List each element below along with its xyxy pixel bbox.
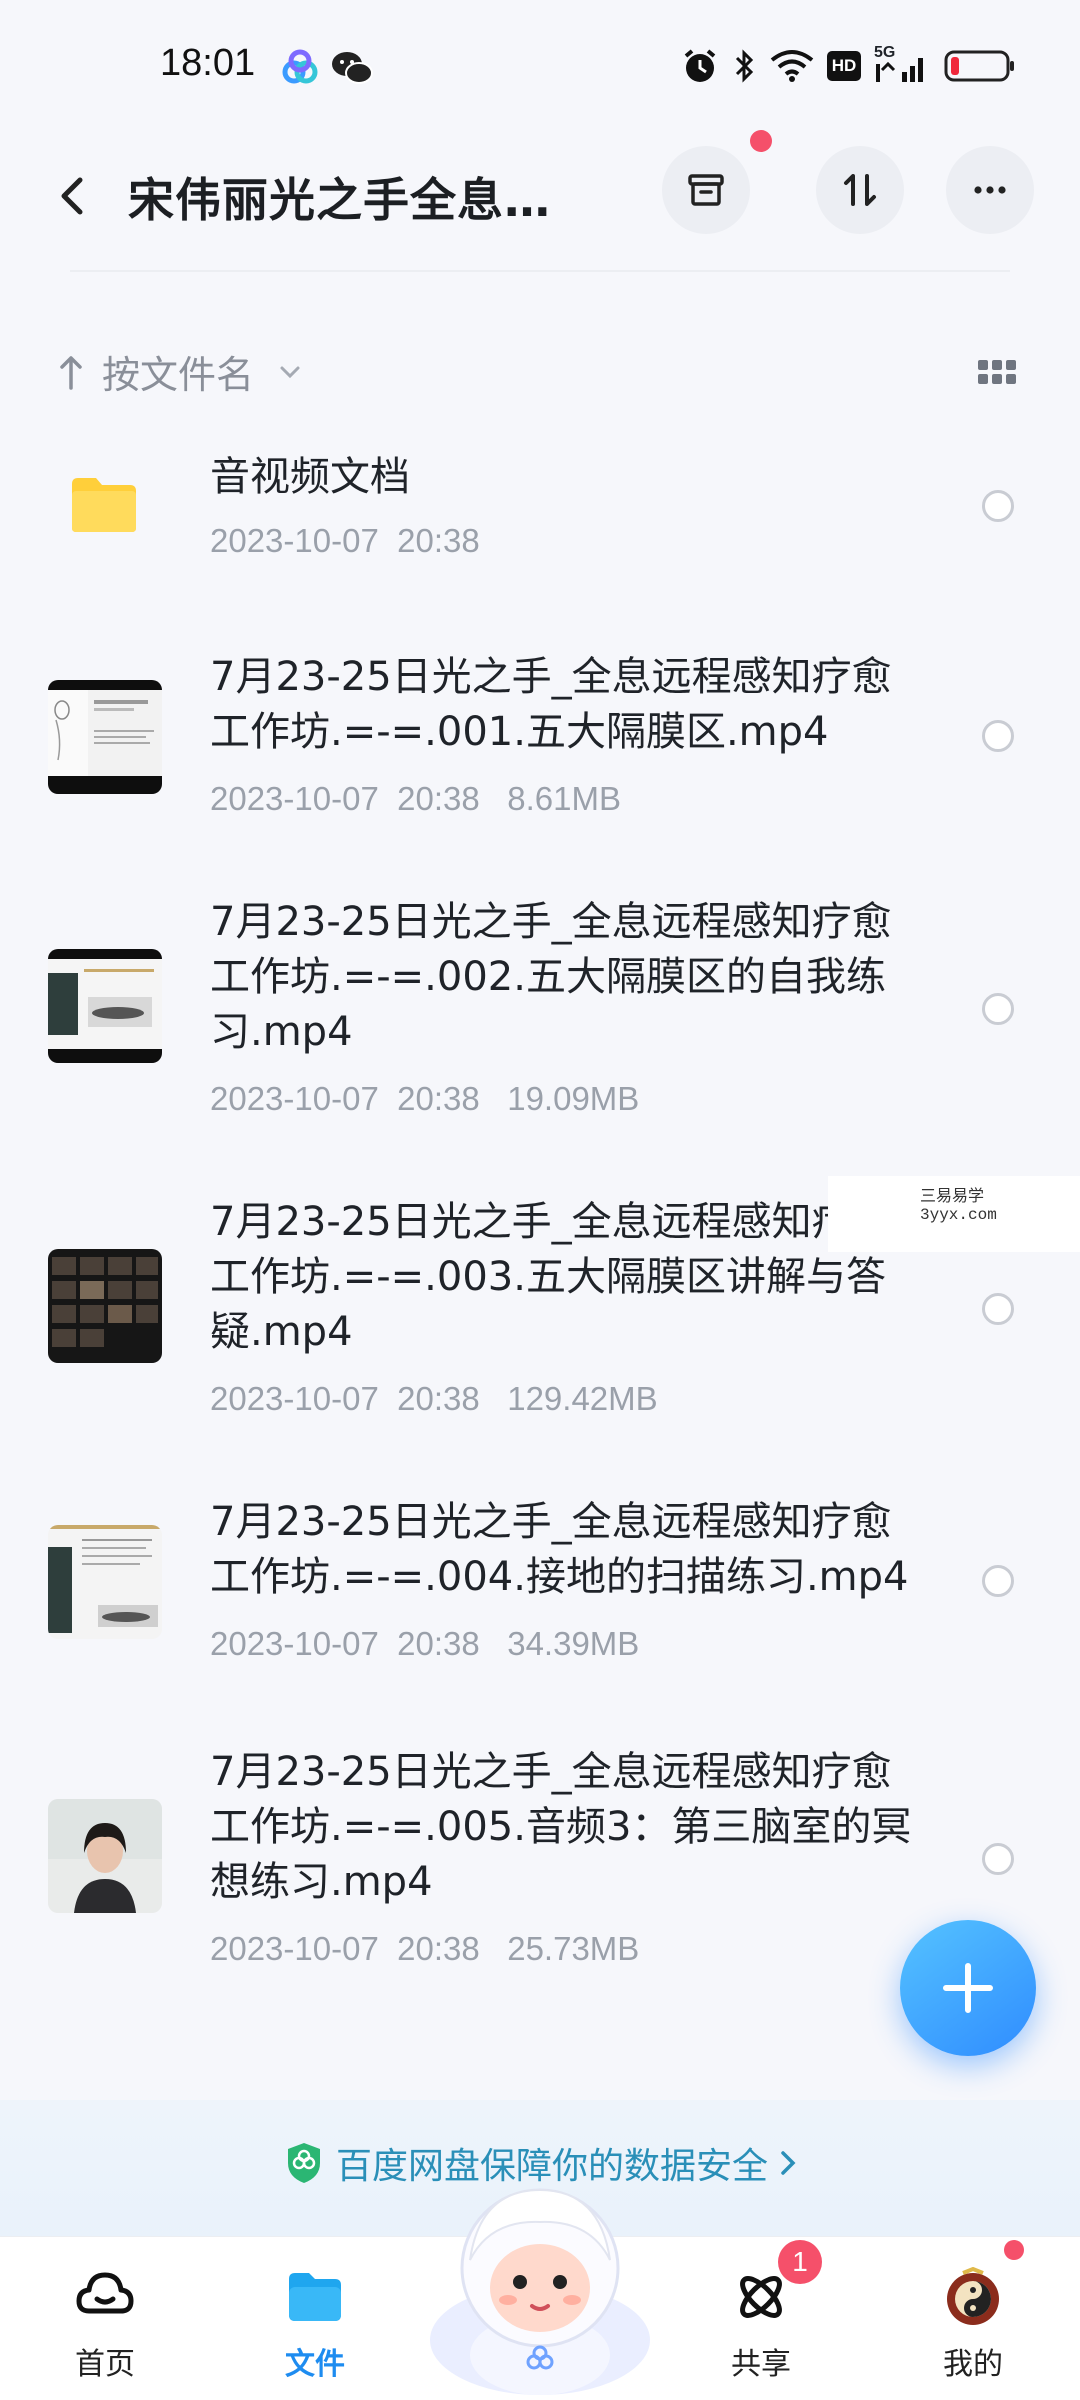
- tab-label: 共享: [731, 2347, 791, 2382]
- mascot-assistant-button[interactable]: [420, 2150, 660, 2400]
- tab-home[interactable]: 首页: [30, 2237, 180, 2400]
- watermark-line2: 3yyx.com: [920, 1206, 997, 1224]
- file-name: 7月23-25日光之手_全息远程感知疗愈工作坊.=-=.005.音频3：第三脑室…: [210, 1749, 912, 1905]
- video-thumbnail: [48, 680, 162, 794]
- notification-dot: [750, 130, 772, 152]
- profile-notification-dot: [1004, 2240, 1024, 2260]
- wechat-icon: [330, 48, 373, 88]
- video-thumbnail: [48, 1525, 162, 1639]
- file-meta: 2023-10-07 20:38 8.61MB: [210, 780, 621, 817]
- plus-icon: [943, 1963, 993, 2013]
- folder-icon: [70, 476, 138, 534]
- select-radio[interactable]: [982, 1293, 1014, 1325]
- tab-label: 文件: [285, 2347, 345, 2382]
- more-button[interactable]: [946, 146, 1034, 234]
- list-item[interactable]: 7月23-25日光之手_全息远程感知疗愈工作坊.=-=.004.接地的扫描练习.…: [0, 1495, 1080, 1675]
- share-notification-badge: 1: [778, 2240, 822, 2284]
- status-time: 18:01: [160, 42, 256, 84]
- add-button[interactable]: [900, 1920, 1036, 2056]
- select-radio[interactable]: [982, 490, 1014, 522]
- archive-icon: [688, 174, 724, 206]
- baidu-netdisk-icon: [280, 48, 320, 88]
- tab-files[interactable]: 文件: [240, 2237, 390, 2400]
- file-name: 7月23-25日光之手_全息远程感知疗愈工作坊.=-=.001.五大隔膜区.mp…: [210, 654, 892, 755]
- header-divider: [70, 270, 1010, 272]
- arrow-up-icon[interactable]: [56, 350, 86, 394]
- file-name: 音视频文档: [210, 454, 410, 500]
- list-item[interactable]: 音视频文档 2023-10-07 20:38: [0, 440, 1080, 580]
- 5g-signal-icon: 5G: [872, 44, 932, 88]
- page-title: 宋伟丽光之手全息…: [128, 173, 551, 227]
- file-meta: 2023-10-07 20:38 25.73MB: [210, 1930, 640, 1967]
- file-meta: 2023-10-07 20:38 129.42MB: [210, 1380, 658, 1417]
- select-radio[interactable]: [982, 993, 1014, 1025]
- video-thumbnail: [48, 1249, 162, 1363]
- chevron-left-icon: [61, 177, 83, 215]
- chevron-right-icon: [781, 2151, 796, 2175]
- file-name: 7月23-25日光之手_全息远程感知疗愈工作坊.=-=.004.接地的扫描练习.…: [210, 1499, 909, 1600]
- archive-button[interactable]: [662, 146, 750, 234]
- select-radio[interactable]: [982, 720, 1014, 752]
- tab-profile[interactable]: 我的: [898, 2237, 1048, 2400]
- watermark: 三易易学 3yyx.com: [828, 1176, 1080, 1252]
- wifi-icon: [768, 44, 816, 88]
- alarm-icon: [678, 44, 722, 88]
- atom-share-icon: [740, 2276, 782, 2318]
- sort-arrows-icon: [844, 174, 876, 206]
- status-bar: 18:01 HD 5G: [0, 0, 1080, 130]
- select-radio[interactable]: [982, 1565, 1014, 1597]
- battery-low-icon: [942, 44, 1018, 88]
- sort-by-name-dropdown[interactable]: 按文件名: [102, 344, 254, 399]
- more-dots-icon: [974, 186, 1006, 194]
- grid-view-icon[interactable]: [978, 360, 1018, 386]
- tab-label: 首页: [75, 2347, 135, 2382]
- bluetooth-icon: [732, 44, 758, 88]
- cloud-home-icon: [76, 2272, 134, 2314]
- shield-icon: [288, 2143, 320, 2183]
- hd-icon: HD: [824, 44, 864, 88]
- file-name: 7月23-25日光之手_全息远程感知疗愈工作坊.=-=.003.五大隔膜区讲解与…: [210, 1199, 892, 1355]
- file-meta: 2023-10-07 20:38 19.09MB: [210, 1080, 640, 1117]
- watermark-line1: 三易易学: [920, 1186, 985, 1205]
- sort-row: 按文件名: [0, 330, 1080, 410]
- avatar-yinyang-icon: [947, 2267, 999, 2325]
- file-name: 7月23-25日光之手_全息远程感知疗愈工作坊.=-=.002.五大隔膜区的自我…: [210, 899, 892, 1055]
- sort-order-button[interactable]: [816, 146, 904, 234]
- select-radio[interactable]: [982, 1843, 1014, 1875]
- list-item[interactable]: 7月23-25日光之手_全息远程感知疗愈工作坊.=-=.001.五大隔膜区.mp…: [0, 650, 1080, 830]
- app-header: 宋伟丽光之手全息…: [0, 130, 1080, 260]
- tab-label: 我的: [943, 2347, 1003, 2382]
- video-thumbnail: [48, 949, 162, 1063]
- chevron-down-icon[interactable]: [278, 362, 302, 382]
- file-meta: 2023-10-07 20:38: [210, 522, 480, 559]
- file-meta: 2023-10-07 20:38 34.39MB: [210, 1625, 640, 1662]
- video-thumbnail: [48, 1799, 162, 1913]
- folder-icon: [289, 2273, 341, 2321]
- back-button[interactable]: [46, 160, 106, 230]
- list-item[interactable]: 7月23-25日光之手_全息远程感知疗愈工作坊.=-=.002.五大隔膜区的自我…: [0, 895, 1080, 1125]
